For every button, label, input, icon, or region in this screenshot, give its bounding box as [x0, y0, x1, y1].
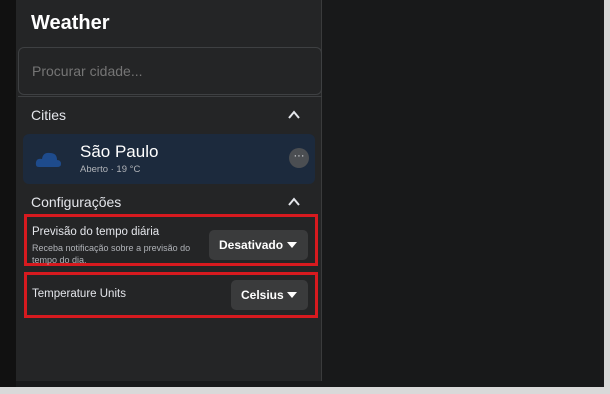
more-options-button[interactable]: ···	[289, 148, 309, 168]
window-edge	[0, 0, 16, 387]
screenshot-frame: Weather Cities São Paulo Aberto · 19 °C …	[0, 0, 610, 394]
cities-section-header: Cities	[31, 107, 67, 123]
city-name: São Paulo	[80, 142, 159, 161]
city-status: Aberto · 19 °C	[80, 164, 141, 175]
city-card-sao-paulo[interactable]: São Paulo Aberto · 19 °C ···	[23, 134, 315, 184]
temperature-units-title: Temperature Units	[32, 288, 126, 300]
caret-down-icon	[287, 292, 297, 298]
daily-forecast-value: Desativado	[219, 238, 284, 252]
app-title: Weather	[31, 12, 110, 34]
chevron-up-icon[interactable]	[288, 109, 300, 121]
temperature-units-dropdown[interactable]: Celsius	[231, 280, 308, 310]
chevron-up-icon[interactable]	[288, 196, 300, 208]
search-input[interactable]	[18, 47, 322, 95]
daily-forecast-title: Previsão do tempo diária	[32, 226, 160, 238]
sidebar: Weather Cities São Paulo Aberto · 19 °C …	[16, 0, 322, 381]
divider	[18, 96, 322, 97]
daily-forecast-setting: Previsão do tempo diária Receba notifica…	[24, 214, 318, 266]
weather-app-window: Weather Cities São Paulo Aberto · 19 °C …	[0, 0, 604, 387]
settings-section-header: Configurações	[31, 194, 122, 210]
daily-forecast-dropdown[interactable]: Desativado	[209, 230, 308, 260]
daily-forecast-description: Receba notificação sobre a previsão do t…	[32, 243, 191, 265]
cloud-icon	[35, 152, 61, 167]
caret-down-icon	[287, 242, 297, 248]
temperature-units-value: Celsius	[241, 288, 284, 302]
temperature-units-setting: Temperature Units Celsius	[24, 272, 318, 318]
